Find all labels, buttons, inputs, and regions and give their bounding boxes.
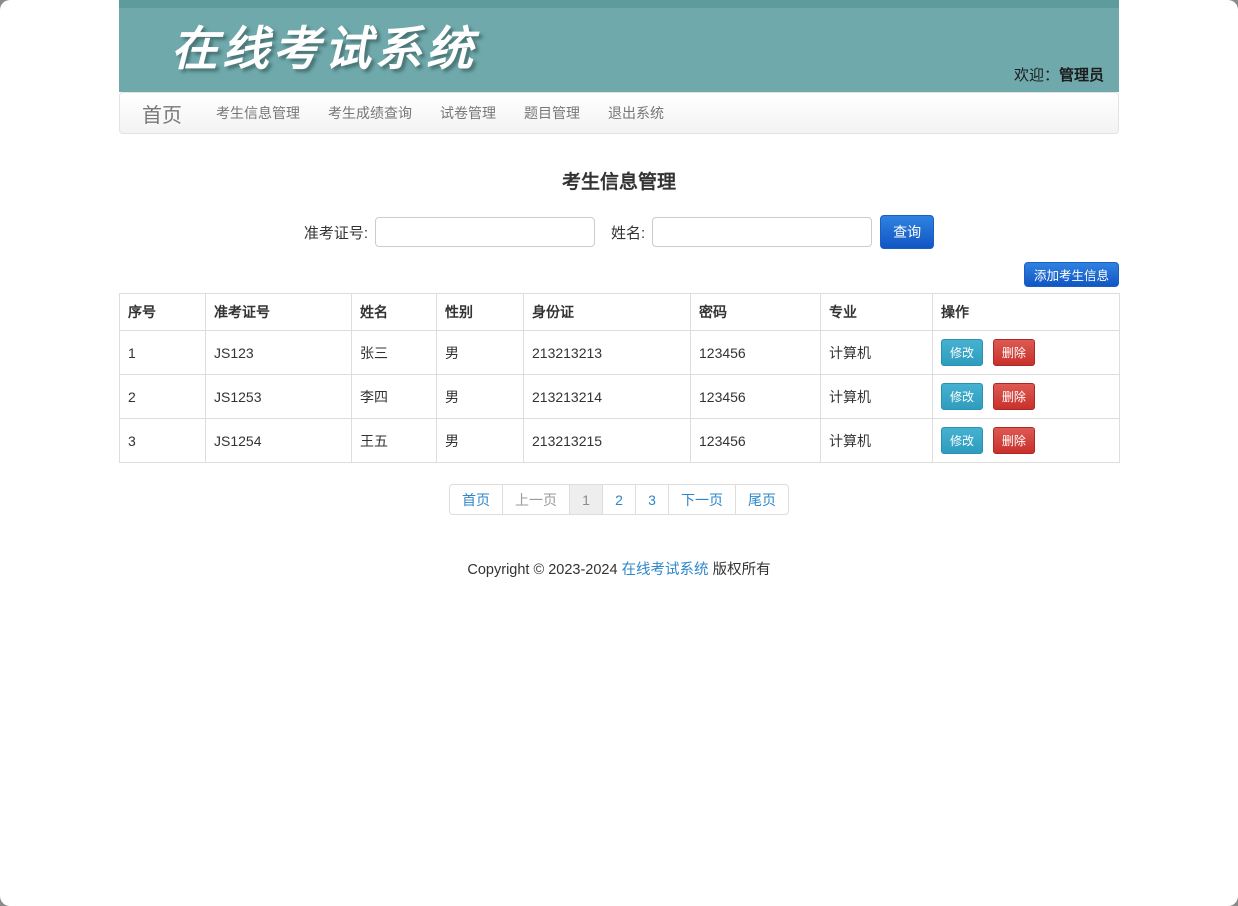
footer-copyright: Copyright © 2023-2024 在线考试系统 版权所有 <box>119 558 1119 579</box>
col-header-major: 专业 <box>820 293 933 331</box>
col-header-gender: 性别 <box>436 293 524 331</box>
cell-major: 计算机 <box>820 374 933 419</box>
table-header-row: 序号 准考证号 姓名 性别 身份证 密码 专业 操作 <box>119 293 1120 331</box>
name-label: 姓名: <box>611 224 646 242</box>
cell-index: 1 <box>119 330 206 375</box>
copyright-prefix: Copyright © 2023-2024 <box>467 562 622 578</box>
cell-name: 王五 <box>351 418 437 463</box>
cell-idcard: 213213215 <box>523 418 691 463</box>
footer-site-link[interactable]: 在线考试系统 <box>622 562 709 578</box>
cell-actions: 修改 删除 <box>932 330 1120 375</box>
pagination-page-2[interactable]: 2 <box>602 484 636 515</box>
nav-item-paper-mgmt[interactable]: 试卷管理 <box>426 93 510 133</box>
cell-gender: 男 <box>436 330 524 375</box>
query-button[interactable]: 查询 <box>880 215 935 249</box>
search-bar: 准考证号: 姓名: 查询 <box>119 215 1119 249</box>
pagination-prev[interactable]: 上一页 <box>502 484 570 515</box>
candidate-table: 序号 准考证号 姓名 性别 身份证 密码 专业 操作 1 JS123 张三 男 … <box>119 293 1120 463</box>
cell-index: 2 <box>119 374 206 419</box>
username: 管理员 <box>1058 67 1104 84</box>
cell-actions: 修改 删除 <box>932 374 1120 419</box>
delete-button[interactable]: 删除 <box>992 339 1035 366</box>
copyright-suffix: 版权所有 <box>708 562 771 578</box>
cell-ticket: JS1254 <box>205 418 352 463</box>
col-header-password: 密码 <box>690 293 821 331</box>
pagination-last[interactable]: 尾页 <box>735 484 789 515</box>
nav-item-candidate-info[interactable]: 考生信息管理 <box>202 93 314 133</box>
table-row: 2 JS1253 李四 男 213213214 123456 计算机 修改 删除 <box>119 374 1120 419</box>
cell-index: 3 <box>119 418 206 463</box>
welcome-label: 欢迎： <box>1013 67 1059 84</box>
cell-name: 李四 <box>351 374 437 419</box>
edit-button[interactable]: 修改 <box>941 427 984 454</box>
col-header-actions: 操作 <box>932 293 1120 331</box>
cell-password: 123456 <box>690 374 821 419</box>
page-title: 考生信息管理 <box>561 172 676 193</box>
nav-item-home[interactable]: 首页 <box>120 99 202 128</box>
cell-gender: 男 <box>436 374 524 419</box>
page-container: 在线考试系统 欢迎：管理员 首页 考生信息管理 考生成绩查询 试卷管理 题目管理… <box>119 0 1120 579</box>
cell-password: 123456 <box>690 418 821 463</box>
ticket-number-input[interactable] <box>375 217 595 247</box>
delete-button[interactable]: 删除 <box>992 383 1035 410</box>
pagination-first[interactable]: 首页 <box>449 484 503 515</box>
cell-ticket: JS1253 <box>205 374 352 419</box>
delete-button[interactable]: 删除 <box>992 427 1035 454</box>
cell-password: 123456 <box>690 330 821 375</box>
table-row: 3 JS1254 王五 男 213213215 123456 计算机 修改 删除 <box>119 418 1120 463</box>
add-button-row: 添加考生信息 <box>119 262 1119 287</box>
table-row: 1 JS123 张三 男 213213213 123456 计算机 修改 删除 <box>119 330 1120 375</box>
cell-ticket: JS123 <box>205 330 352 375</box>
cell-name: 张三 <box>351 330 437 375</box>
cell-gender: 男 <box>436 418 524 463</box>
col-header-index: 序号 <box>119 293 206 331</box>
col-header-ticket: 准考证号 <box>205 293 352 331</box>
col-header-name: 姓名 <box>351 293 437 331</box>
pagination: 首页 上一页 1 2 3 下一页 尾页 <box>449 484 789 515</box>
pagination-wrap: 首页 上一页 1 2 3 下一页 尾页 <box>119 484 1119 515</box>
banner-top-strip <box>119 0 1119 8</box>
cell-idcard: 213213214 <box>523 374 691 419</box>
cell-idcard: 213213213 <box>523 330 691 375</box>
name-input[interactable] <box>652 217 873 247</box>
header-banner: 在线考试系统 欢迎：管理员 <box>119 0 1119 92</box>
col-header-idcard: 身份证 <box>523 293 691 331</box>
site-title: 在线考试系统 <box>171 22 477 77</box>
pagination-page-1[interactable]: 1 <box>569 484 603 515</box>
pagination-page-3[interactable]: 3 <box>635 484 669 515</box>
add-candidate-button[interactable]: 添加考生信息 <box>1023 262 1119 287</box>
welcome-text: 欢迎：管理员 <box>1014 64 1104 85</box>
main-navbar: 首页 考生信息管理 考生成绩查询 试卷管理 题目管理 退出系统 <box>119 92 1119 134</box>
nav-item-question-mgmt[interactable]: 题目管理 <box>510 93 594 133</box>
cell-actions: 修改 删除 <box>932 418 1120 463</box>
nav-item-logout[interactable]: 退出系统 <box>594 93 678 133</box>
cell-major: 计算机 <box>820 330 933 375</box>
browser-window: 在线考试系统 欢迎：管理员 首页 考生信息管理 考生成绩查询 试卷管理 题目管理… <box>0 0 1238 906</box>
nav-item-score-query[interactable]: 考生成绩查询 <box>314 93 426 133</box>
ticket-number-label: 准考证号: <box>303 224 368 242</box>
edit-button[interactable]: 修改 <box>941 339 984 366</box>
edit-button[interactable]: 修改 <box>941 383 984 410</box>
pagination-next[interactable]: 下一页 <box>668 484 736 515</box>
cell-major: 计算机 <box>820 418 933 463</box>
